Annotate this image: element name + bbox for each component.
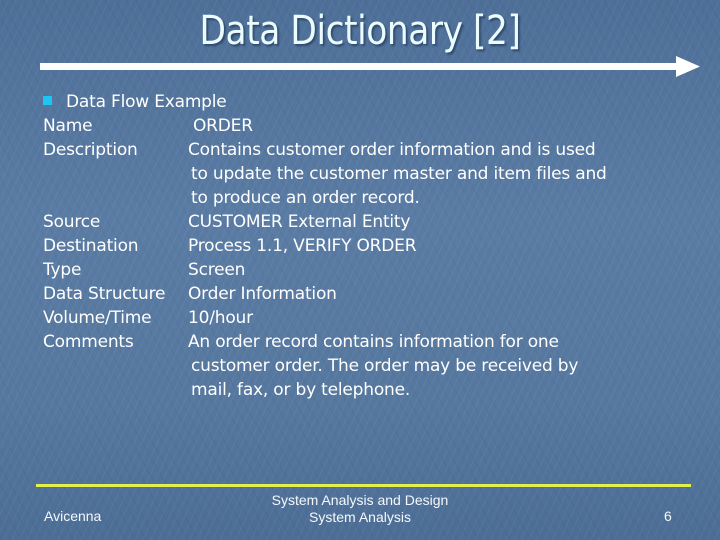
entry-comments: Comments An order record contains inform…: [43, 330, 559, 354]
entry-value: to update the customer master and item f…: [191, 164, 607, 184]
slide-body: Data Flow Example Name ORDER Description…: [43, 90, 607, 402]
entry-label: Source: [43, 212, 101, 232]
bullet-heading-text: Data Flow Example: [66, 92, 227, 112]
entry-value: ORDER: [193, 116, 253, 136]
entry-value: mail, fax, or by telephone.: [191, 380, 411, 400]
entry-volume-time: Volume/Time 10/hour: [43, 306, 253, 330]
title-underline-arrow-icon: [40, 56, 700, 77]
entry-description: Description Contains customer order info…: [43, 138, 596, 162]
entry-value: An order record contains information for…: [188, 332, 559, 352]
entry-value: Process 1.1, VERIFY ORDER: [188, 236, 417, 256]
entry-destination: Destination Process 1.1, VERIFY ORDER: [43, 234, 417, 258]
entry-label: Volume/Time: [43, 308, 152, 328]
bullet-square-icon: [43, 96, 52, 105]
footer-course: System Analysis and Design System Analys…: [0, 492, 720, 526]
entry-label: Comments: [43, 332, 134, 352]
entry-description-cont: to produce an order record.: [43, 186, 420, 210]
page-number: 6: [664, 508, 672, 524]
entry-value: Order Information: [188, 284, 337, 304]
entry-comments-cont: customer order. The order may be receive…: [43, 354, 578, 378]
entry-label: Data Structure: [43, 284, 166, 304]
slide-title: Data Dictionary [2]: [199, 8, 521, 54]
entry-label: Destination: [43, 236, 139, 256]
entry-value: Contains customer order information and …: [188, 140, 596, 160]
entry-source: Source CUSTOMER External Entity: [43, 210, 410, 234]
entry-type: Type Screen: [43, 258, 245, 282]
footer-rule: [36, 484, 691, 487]
entry-value: to produce an order record.: [191, 188, 420, 208]
entry-value: Screen: [188, 260, 246, 280]
entry-description-cont: to update the customer master and item f…: [43, 162, 607, 186]
bullet-heading: Data Flow Example: [43, 90, 227, 114]
entry-comments-cont: mail, fax, or by telephone.: [43, 378, 410, 402]
entry-name: Name ORDER: [43, 114, 253, 138]
entry-value: CUSTOMER External Entity: [188, 212, 411, 232]
entry-label: Type: [43, 260, 82, 280]
footer-course-subtitle: System Analysis: [309, 509, 411, 525]
entry-label: Description: [43, 140, 138, 160]
entry-value: 10/hour: [188, 308, 253, 328]
entry-value: customer order. The order may be receive…: [191, 356, 579, 376]
footer-course-title: System Analysis and Design: [271, 492, 449, 508]
entry-data-structure: Data Structure Order Information: [43, 282, 337, 306]
entry-label: Name: [43, 116, 93, 136]
